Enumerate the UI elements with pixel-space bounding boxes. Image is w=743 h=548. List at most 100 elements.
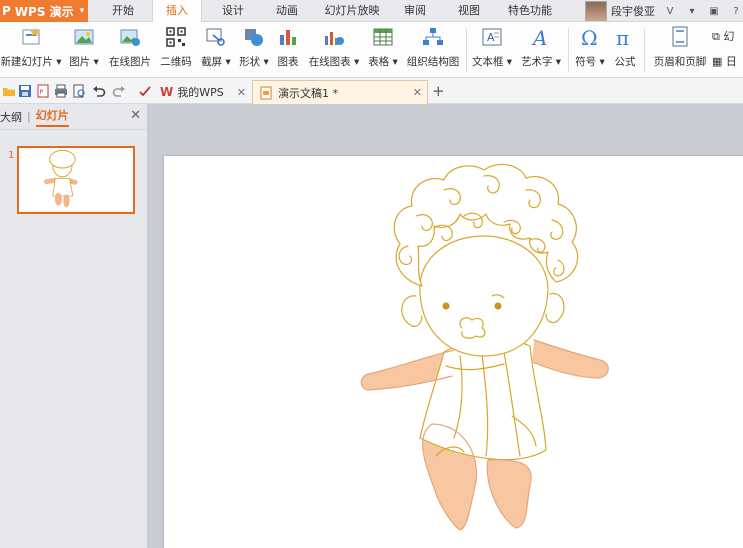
slide-number: 1 xyxy=(8,150,15,161)
tab-slides[interactable]: 幻灯片 xyxy=(35,107,69,127)
svg-text:P: P xyxy=(40,89,44,96)
symbol-label: 符号 xyxy=(575,56,597,68)
ribbon-toolbar: 新建幻灯片 ▾ 图片 ▾ 在线图片 二维码 截屏 ▾ 形状 ▾ 图表 在线图表 … xyxy=(0,22,743,78)
online-picture-label: 在线图片 xyxy=(109,56,151,68)
picture-icon xyxy=(72,25,96,49)
new-slide-button[interactable]: 新建幻灯片 ▾ xyxy=(0,25,62,75)
new-tab-plus-icon[interactable]: + xyxy=(432,82,445,100)
ribbon-divider xyxy=(466,28,467,72)
chart-button[interactable]: 图表 xyxy=(274,25,302,75)
undo-icon[interactable] xyxy=(92,84,106,98)
tab-separator: | xyxy=(27,110,31,123)
close-icon[interactable]: ✕ xyxy=(413,86,422,99)
doc-tab-label: 演示文稿1 * xyxy=(278,86,338,100)
tab-design[interactable]: 设计 xyxy=(214,0,252,22)
redo-icon[interactable] xyxy=(112,84,126,98)
slide-number-icon: ⧉ xyxy=(712,30,720,43)
shape-label: 形状 xyxy=(239,56,261,68)
chevron-down-icon: ▾ xyxy=(79,6,85,16)
org-chart-button[interactable]: 组织结构图 xyxy=(404,25,462,75)
user-area: 段宇俊亚 V ▾ ▣ ? xyxy=(585,0,743,22)
online-picture-icon xyxy=(118,25,142,49)
app-menu-button[interactable]: P WPS 演示 ▾ xyxy=(0,0,88,22)
app-name: WPS 演示 xyxy=(14,4,74,19)
tab-start[interactable]: 开始 xyxy=(104,0,142,22)
open-folder-icon[interactable] xyxy=(2,84,16,98)
bar-chart-icon xyxy=(276,25,300,49)
help-icon[interactable]: ? xyxy=(729,4,743,18)
textbox-button[interactable]: A 文本框 ▾ xyxy=(470,25,514,75)
cartoon-girl-drawing[interactable] xyxy=(164,156,743,548)
close-icon[interactable]: ✕ xyxy=(237,86,246,99)
online-picture-button[interactable]: 在线图片 xyxy=(106,25,154,75)
tab-insert[interactable]: 插入 xyxy=(152,0,202,23)
print-icon[interactable] xyxy=(54,84,68,98)
wps-logo-icon: W xyxy=(160,85,174,99)
wordart-button[interactable]: A 艺术字 ▾ xyxy=(518,25,564,75)
header-footer-label: 页眉和页脚 xyxy=(653,56,707,68)
online-chart-button[interactable]: 在线图表 ▾ xyxy=(306,25,362,75)
user-name[interactable]: 段宇俊亚 xyxy=(611,3,655,19)
online-chart-label: 在线图表 xyxy=(308,56,351,68)
new-slide-label: 新建幻灯片 xyxy=(0,56,53,68)
tab-slideshow[interactable]: 幻灯片放映 xyxy=(320,0,384,22)
doc-tab-my-wps[interactable]: W 我的WPS ✕ xyxy=(154,80,250,104)
org-chart-icon xyxy=(421,25,445,49)
tab-review[interactable]: 审阅 xyxy=(398,0,432,22)
svg-text:Ω: Ω xyxy=(581,26,598,48)
close-icon[interactable]: ✕ xyxy=(130,108,141,123)
slide-canvas[interactable] xyxy=(164,156,743,548)
tab-view[interactable]: 视图 xyxy=(452,0,486,22)
tab-special[interactable]: 特色功能 xyxy=(504,0,556,22)
slide-thumbnail[interactable] xyxy=(17,146,135,214)
customize-toolbar-icon[interactable] xyxy=(138,84,152,98)
svg-text:A: A xyxy=(487,31,495,44)
doc-tab-label: 我的WPS xyxy=(177,86,224,99)
qrcode-icon xyxy=(164,25,188,49)
chevron-down-icon[interactable]: ▾ xyxy=(685,4,699,18)
textbox-label: 文本框 xyxy=(471,56,504,68)
save-icon[interactable] xyxy=(18,84,32,98)
presentation-file-icon xyxy=(260,86,272,99)
overflow-label-1: 幻 xyxy=(723,30,735,43)
tab-outline[interactable]: 大纲 xyxy=(0,109,22,125)
date-icon: ▦ xyxy=(712,55,723,68)
header-footer-button[interactable]: 页眉和页脚 xyxy=(650,25,710,75)
vip-icon[interactable]: V xyxy=(663,4,677,18)
picture-button[interactable]: 图片 ▾ xyxy=(66,25,102,75)
table-button[interactable]: 表格 ▾ xyxy=(366,25,400,75)
table-label: 表格 xyxy=(368,56,390,68)
ribbon-overflow-item-1[interactable]: ⧉ 幻 xyxy=(712,28,734,44)
ribbon-divider xyxy=(568,28,569,72)
formula-button[interactable]: π 公式 xyxy=(610,25,640,75)
symbol-button[interactable]: Ω 符号 ▾ xyxy=(572,25,608,75)
chart-label: 图表 xyxy=(277,56,299,68)
pdf-export-icon[interactable]: P xyxy=(36,84,50,98)
formula-label: 公式 xyxy=(614,56,636,68)
screenshot-button[interactable]: 截屏 ▾ xyxy=(198,25,234,75)
scissors-icon xyxy=(204,25,228,49)
thumbnail-drawing xyxy=(44,149,78,208)
qrcode-button[interactable]: 二维码 xyxy=(158,25,194,75)
print-preview-icon[interactable] xyxy=(72,84,86,98)
slide-editor-area xyxy=(149,104,743,548)
pi-icon: π xyxy=(613,25,637,49)
wordart-icon: A xyxy=(529,25,553,49)
picture-label: 图片 xyxy=(69,56,91,68)
shape-icon xyxy=(242,25,266,49)
new-slide-icon xyxy=(19,25,43,49)
app-logo: P xyxy=(2,4,11,18)
avatar[interactable] xyxy=(585,1,607,21)
online-chart-icon xyxy=(322,25,346,49)
slides-panel: 大纲 | 幻灯片 ✕ 1 xyxy=(0,104,148,548)
doc-tab-presentation[interactable]: 演示文稿1 * ✕ xyxy=(252,80,428,104)
tab-animation[interactable]: 动画 xyxy=(268,0,306,22)
skin-icon[interactable]: ▣ xyxy=(707,4,721,18)
ribbon-divider xyxy=(644,28,645,72)
header-footer-icon xyxy=(668,25,692,49)
shape-button[interactable]: 形状 ▾ xyxy=(237,25,271,75)
org-chart-label: 组织结构图 xyxy=(406,56,460,68)
screenshot-label: 截屏 xyxy=(201,56,223,68)
ribbon-overflow-item-2[interactable]: ▦ 日 xyxy=(712,53,737,69)
overflow-label-2: 日 xyxy=(725,55,737,68)
